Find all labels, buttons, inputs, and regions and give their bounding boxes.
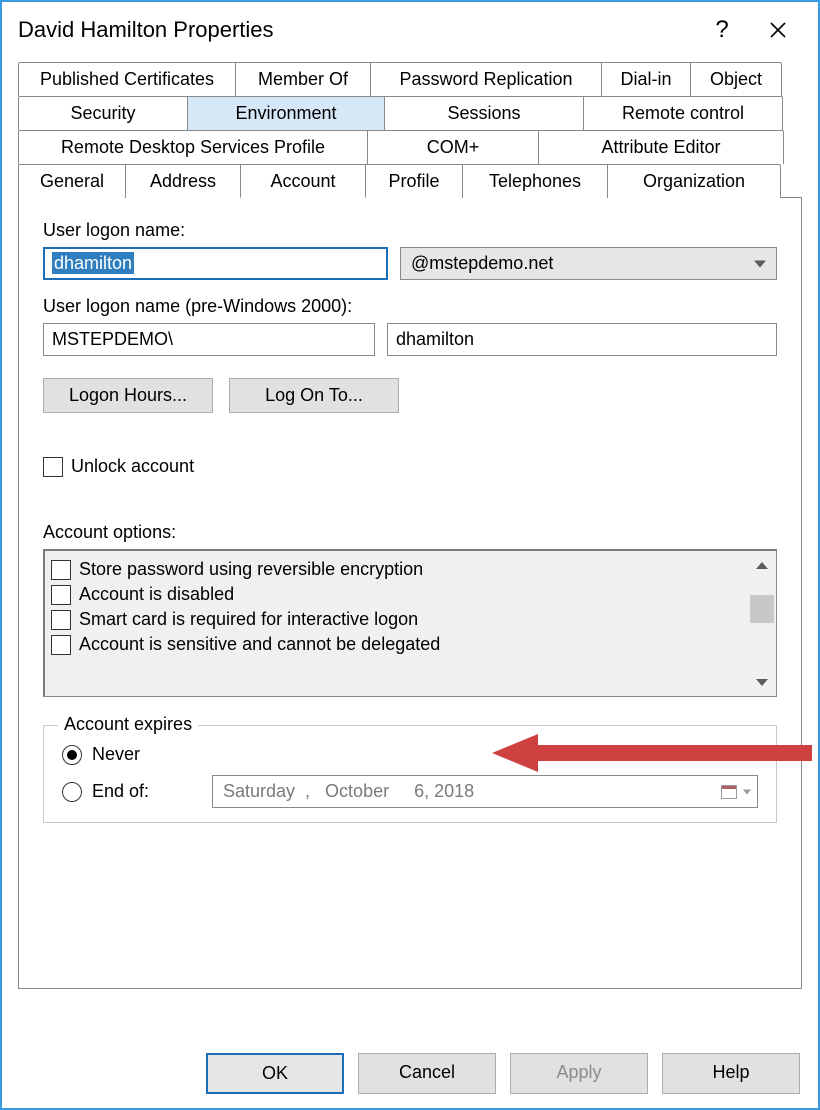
upn-suffix-dropdown[interactable]: @mstepdemo.net	[400, 247, 777, 280]
chevron-up-icon	[756, 562, 768, 569]
log-on-to-button[interactable]: Log On To...	[229, 378, 399, 413]
logon-hours-button[interactable]: Logon Hours...	[43, 378, 213, 413]
expires-end-of-label: End of:	[92, 781, 202, 802]
account-disabled-checkbox[interactable]	[51, 585, 71, 605]
account-options-list: Store password using reversible encrypti…	[43, 549, 777, 697]
tab-password-replication[interactable]: Password Replication	[370, 62, 602, 96]
tab-object[interactable]: Object	[690, 62, 782, 96]
tab-address[interactable]: Address	[125, 164, 241, 198]
option-label: Store password using reversible encrypti…	[79, 559, 423, 580]
chevron-down-icon	[756, 679, 768, 686]
tab-attribute-editor[interactable]: Attribute Editor	[538, 130, 784, 164]
pre-windows-label: User logon name (pre-Windows 2000):	[43, 296, 777, 317]
tab-dial-in[interactable]: Dial-in	[601, 62, 691, 96]
tab-organization[interactable]: Organization	[607, 164, 781, 198]
account-tab-content: User logon name: dhamilton @mstepdemo.ne…	[18, 197, 802, 989]
ok-button[interactable]: OK	[206, 1053, 344, 1094]
annotation-arrow-icon	[492, 728, 820, 778]
tab-strip: Published Certificates Member Of Passwor…	[18, 62, 802, 198]
scroll-down-button[interactable]	[748, 668, 776, 696]
unlock-account-checkbox[interactable]	[43, 457, 63, 477]
dialog-button-row: OK Cancel Apply Help	[206, 1053, 800, 1094]
expires-never-radio[interactable]	[62, 745, 82, 765]
expires-date-picker[interactable]: Saturday , October 6, 2018	[212, 775, 758, 808]
unlock-account-label: Unlock account	[71, 456, 194, 477]
user-logon-name-value: dhamilton	[52, 252, 134, 274]
tab-row: Published Certificates Member Of Passwor…	[18, 62, 802, 96]
user-logon-name-label: User logon name:	[43, 220, 777, 241]
tab-environment[interactable]: Environment	[187, 96, 385, 130]
tab-remote-control[interactable]: Remote control	[583, 96, 783, 130]
scroll-thumb[interactable]	[750, 595, 774, 623]
calendar-icon	[721, 785, 737, 799]
tab-telephones[interactable]: Telephones	[462, 164, 608, 198]
tab-sessions[interactable]: Sessions	[384, 96, 584, 130]
tab-account[interactable]: Account	[240, 164, 366, 198]
tab-row: General Address Account Profile Telephon…	[18, 164, 802, 198]
account-options-inner: Store password using reversible encrypti…	[45, 551, 748, 696]
tab-remote-desktop-profile[interactable]: Remote Desktop Services Profile	[18, 130, 368, 164]
upn-suffix-value: @mstepdemo.net	[411, 253, 553, 273]
scroll-track[interactable]	[748, 579, 776, 668]
user-logon-name-input[interactable]: dhamilton	[43, 247, 388, 280]
tab-profile[interactable]: Profile	[365, 164, 463, 198]
option-label: Smart card is required for interactive l…	[79, 609, 418, 630]
reversible-encryption-checkbox[interactable]	[51, 560, 71, 580]
account-expires-legend: Account expires	[58, 714, 198, 735]
account-options-label: Account options:	[43, 522, 777, 543]
title-bar: David Hamilton Properties ?	[2, 2, 818, 58]
help-titlebar-button[interactable]: ?	[694, 9, 750, 51]
cancel-button[interactable]: Cancel	[358, 1053, 496, 1094]
close-icon	[769, 21, 787, 39]
window-title: David Hamilton Properties	[18, 17, 694, 43]
scroll-up-button[interactable]	[748, 551, 776, 579]
option-label: Account is disabled	[79, 584, 234, 605]
properties-window: David Hamilton Properties ? Published Ce…	[0, 0, 820, 1110]
tab-published-certificates[interactable]: Published Certificates	[18, 62, 236, 96]
chevron-down-icon	[743, 789, 751, 794]
tab-com-plus[interactable]: COM+	[367, 130, 539, 164]
help-button[interactable]: Help	[662, 1053, 800, 1094]
chevron-down-icon	[754, 260, 766, 267]
apply-button[interactable]: Apply	[510, 1053, 648, 1094]
nt-domain-field: MSTEPDEMO\	[43, 323, 375, 356]
tab-member-of[interactable]: Member Of	[235, 62, 371, 96]
close-titlebar-button[interactable]	[750, 9, 806, 51]
sensitive-no-delegation-checkbox[interactable]	[51, 635, 71, 655]
expires-never-label: Never	[92, 744, 140, 765]
smartcard-required-checkbox[interactable]	[51, 610, 71, 630]
sam-account-name-input[interactable]: dhamilton	[387, 323, 777, 356]
tab-general[interactable]: General	[18, 164, 126, 198]
option-label: Account is sensitive and cannot be deleg…	[79, 634, 440, 655]
expires-date-value: Saturday , October 6, 2018	[223, 781, 474, 801]
tab-security[interactable]: Security	[18, 96, 188, 130]
tab-row: Security Environment Sessions Remote con…	[18, 96, 802, 130]
tab-row: Remote Desktop Services Profile COM+ Att…	[18, 130, 802, 164]
expires-end-of-radio[interactable]	[62, 782, 82, 802]
account-options-scrollbar[interactable]	[748, 551, 776, 696]
